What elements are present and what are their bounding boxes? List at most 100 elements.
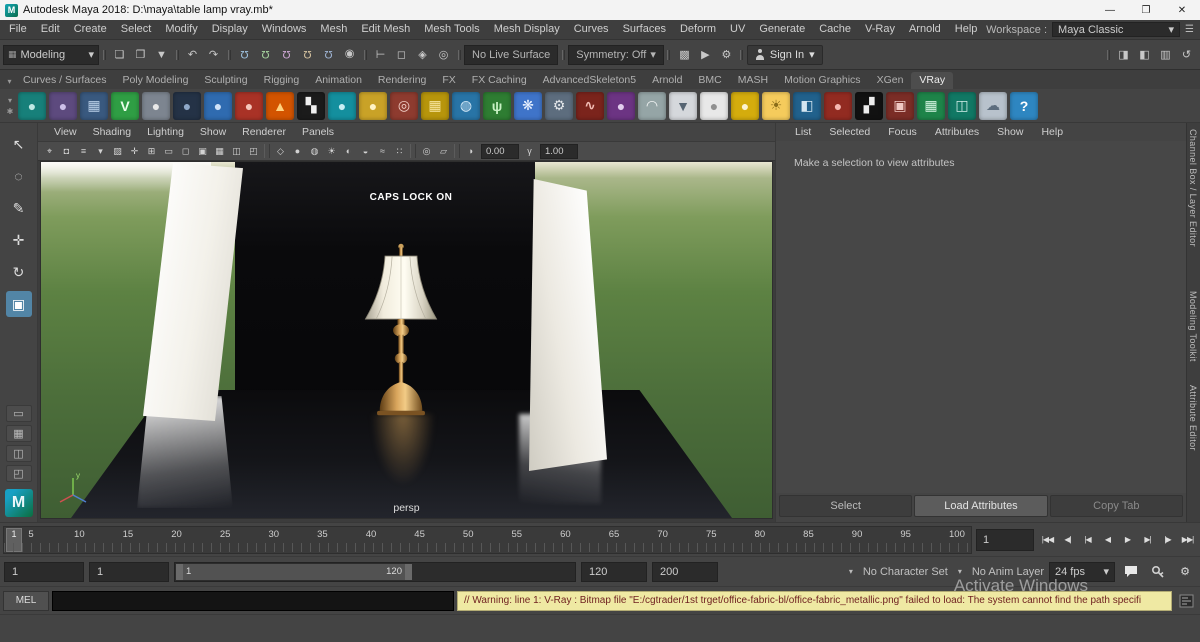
attribute-editor-menu-item[interactable]: List — [786, 126, 820, 138]
resolution-gate-icon[interactable]: ◻ — [177, 143, 194, 159]
attribute-editor-menu-item[interactable]: Show — [988, 126, 1032, 138]
safe-action-icon[interactable]: ◫ — [228, 143, 245, 159]
shelf-tab[interactable]: FX — [434, 72, 463, 89]
maya-logo[interactable]: M — [4, 489, 33, 517]
shelf-tab[interactable]: FX Caching — [464, 72, 535, 89]
vray-glass-sphere-icon[interactable]: ● — [359, 91, 387, 120]
shaded-icon[interactable]: ● — [289, 143, 306, 159]
film-gate-icon[interactable]: ▭ — [160, 143, 177, 159]
animation-end-field[interactable]: 200 — [652, 561, 718, 582]
menubar-item[interactable]: Help — [948, 20, 985, 39]
snap-to-grids-icon[interactable]: Ω — [234, 44, 255, 65]
vray-logo-icon[interactable]: V — [111, 91, 139, 120]
viewport-menu-item[interactable]: Lighting — [139, 126, 192, 138]
menubar-item[interactable]: Mesh — [313, 20, 354, 39]
snap-to-projected-center-icon[interactable]: Ω — [297, 44, 318, 65]
vray-frame-buffer-icon[interactable]: ▣ — [886, 91, 914, 120]
vray-uv-editor-icon[interactable]: ▦ — [917, 91, 945, 120]
viewport-menu-item[interactable]: Show — [192, 126, 234, 138]
hypershade-persp-layout-button[interactable]: ◰ — [5, 465, 32, 482]
vray-sun-light-icon[interactable]: ☀ — [762, 91, 790, 120]
snap-to-curves-icon[interactable]: Ω — [255, 44, 276, 65]
vray-red-dot-icon[interactable]: ● — [824, 91, 852, 120]
shelf-tab[interactable]: Arnold — [644, 72, 690, 89]
menubar-item[interactable]: Cache — [812, 20, 858, 39]
make-live-icon[interactable]: ◉ — [339, 44, 360, 65]
tool-settings-toggle-icon[interactable]: ◧ — [1134, 44, 1155, 65]
persp-outliner-layout-button[interactable]: ◫ — [5, 445, 32, 462]
vray-fur-grass-icon[interactable]: ψ — [483, 91, 511, 120]
exposure-icon[interactable]: ◑ — [462, 143, 479, 159]
playback-options-bubble-icon[interactable] — [1120, 562, 1142, 582]
maximize-button[interactable]: ❐ — [1128, 0, 1164, 20]
fps-select[interactable]: 24 fps ▾ — [1049, 561, 1115, 582]
attribute-editor-menu-item[interactable]: Focus — [879, 126, 926, 138]
vray-fire-icon[interactable]: ▲ — [266, 91, 294, 120]
close-button[interactable]: ✕ — [1164, 0, 1200, 20]
vray-night-sphere-icon[interactable]: ● — [173, 91, 201, 120]
select-camera-icon[interactable]: ⌖ — [41, 143, 58, 159]
image-plane-icon[interactable]: ▨ — [109, 143, 126, 159]
viewport-menu-item[interactable]: View — [46, 126, 85, 138]
menubar-item[interactable]: Deform — [673, 20, 723, 39]
menubar-item[interactable]: Edit — [34, 20, 67, 39]
shelf-tab[interactable]: Sculpting — [196, 72, 255, 89]
menubar-item[interactable]: File — [2, 20, 34, 39]
ipr-render-icon[interactable]: ▶ — [695, 44, 716, 65]
go-to-start-button[interactable]: |◀◀ — [1038, 530, 1057, 550]
vray-gear-icon[interactable]: ⚙ — [545, 91, 573, 120]
menubar-item[interactable]: V-Ray — [858, 20, 902, 39]
minimize-button[interactable]: — — [1092, 0, 1128, 20]
shelf-tab[interactable]: XGen — [869, 72, 912, 89]
live-surface-field[interactable]: No Live Surface — [464, 44, 559, 65]
shelf-tab[interactable]: Curves / Surfaces — [15, 72, 114, 89]
go-to-end-button[interactable]: ▶▶| — [1178, 530, 1197, 550]
current-frame-field[interactable]: 1 — [976, 528, 1034, 551]
channel-box-toggle-icon[interactable]: ▥ — [1155, 44, 1176, 65]
textured-icon[interactable]: ◍ — [306, 143, 323, 159]
grid-icon[interactable]: ⊞ — [143, 143, 160, 159]
range-start-handle[interactable] — [176, 563, 183, 580]
menubar-item[interactable]: Modify — [158, 20, 204, 39]
animation-start-field[interactable]: 1 — [4, 561, 84, 582]
isolate-select-icon[interactable]: ◎ — [418, 143, 435, 159]
status-separator[interactable] — [665, 43, 673, 67]
character-set-label[interactable]: No Character Set — [863, 566, 948, 578]
use-all-lights-icon[interactable]: ☀ — [323, 143, 340, 159]
render-settings-icon[interactable]: ⚙ — [716, 44, 737, 65]
save-scene-icon[interactable]: ▼ — [151, 44, 172, 65]
highlight-selection-icon[interactable]: ◎ — [433, 44, 454, 65]
status-separator[interactable] — [738, 43, 746, 67]
load-attributes-button[interactable]: Load Attributes — [914, 495, 1048, 517]
playback-start-field[interactable]: 1 — [89, 561, 169, 582]
workspace-select[interactable]: Maya Classic ▾ — [1052, 22, 1181, 37]
status-separator[interactable] — [100, 43, 108, 67]
status-separator[interactable] — [225, 43, 233, 67]
anti-aliasing-icon[interactable]: ∷ — [391, 143, 408, 159]
step-back-key-button[interactable]: |◀ — [1078, 530, 1097, 550]
shelf-options-icon[interactable]: ✱ — [7, 107, 14, 116]
attribute-editor-menu-item[interactable]: Selected — [820, 126, 879, 138]
copy-tab-button[interactable]: Copy Tab — [1049, 495, 1183, 517]
range-end-handle[interactable] — [405, 563, 412, 580]
menubar-item[interactable]: Edit Mesh — [354, 20, 417, 39]
rotate-tool-button[interactable]: ↻ — [6, 259, 32, 285]
vray-cone-light-icon[interactable]: ▼ — [669, 91, 697, 120]
viewport-menu-item[interactable]: Renderer — [234, 126, 294, 138]
select-component-icon[interactable]: ◈ — [412, 44, 433, 65]
shelf-tab[interactable]: Rigging — [256, 72, 308, 89]
menubar-item[interactable]: Surfaces — [616, 20, 673, 39]
menu-set-selector[interactable]: ▦ Modeling ▾ — [3, 44, 99, 65]
select-hierarchy-icon[interactable]: ⊢ — [370, 44, 391, 65]
vray-hair-curve-icon[interactable]: ∿ — [576, 91, 604, 120]
anim-layer-label[interactable]: No Anim Layer — [972, 566, 1044, 578]
scale-tool-button[interactable]: ▣ — [5, 291, 32, 317]
menubar-item[interactable]: Display — [205, 20, 255, 39]
vray-checker-small-icon[interactable]: ▞ — [855, 91, 883, 120]
cloud-icon[interactable]: ☁ — [979, 91, 1007, 120]
status-separator[interactable] — [173, 43, 181, 67]
auto-keyframe-icon[interactable] — [1147, 562, 1169, 582]
command-input[interactable] — [52, 590, 454, 611]
vray-sand-texture-icon[interactable]: ▦ — [421, 91, 449, 120]
character-set-menu-icon[interactable]: ▾ — [844, 563, 858, 581]
